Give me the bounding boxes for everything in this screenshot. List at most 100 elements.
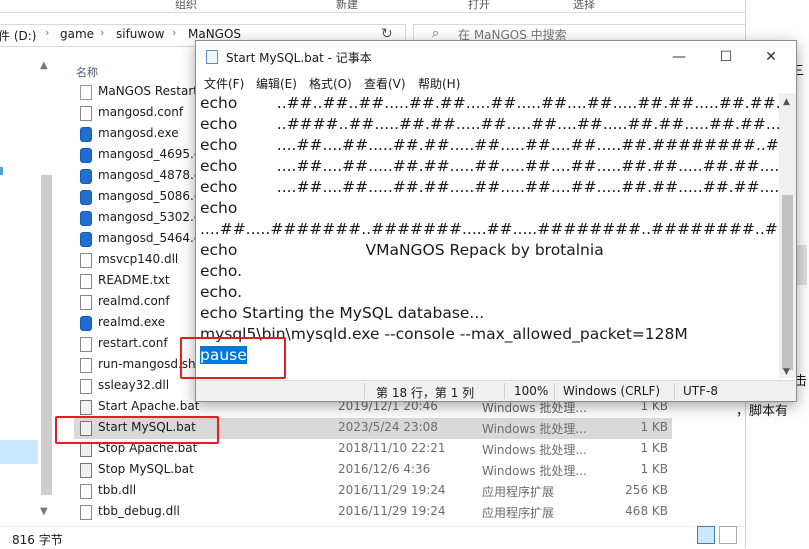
notepad-vertical-scrollbar[interactable]: ▲ ▼	[779, 93, 796, 378]
text-line: echo ....##....##.....##.##.....##.....#…	[200, 156, 779, 177]
annotation-box-start-mysql	[55, 416, 219, 444]
line-text: echo VMaNGOS Repack by brotalnia	[200, 241, 604, 259]
file-name: README.txt	[98, 273, 170, 287]
details-view-icon[interactable]	[697, 526, 715, 544]
status-divider	[364, 383, 365, 399]
scroll-up-arrow-icon[interactable]: ▲	[783, 97, 790, 107]
file-date: 2016/12/6 4:36	[338, 462, 431, 476]
batch-file-icon	[80, 463, 92, 478]
line-text: echo ....##....##.....##.##.....##.....#…	[200, 178, 779, 196]
file-name: realmd.exe	[98, 315, 166, 329]
file-name: ssleay32.dll	[98, 378, 170, 392]
notepad-app-icon	[206, 50, 218, 64]
breadcrumb-game[interactable]: game	[60, 27, 94, 41]
menu-edit[interactable]: 编辑(E)	[256, 75, 297, 92]
batch-file-icon	[80, 400, 92, 415]
scroll-down-arrow-icon[interactable]: ▼	[40, 506, 48, 517]
document-file-icon	[80, 295, 92, 310]
window-title: Start MySQL.bat - 记事本	[226, 51, 372, 65]
document-file-icon	[80, 337, 92, 352]
status-bar: 816 字节	[0, 526, 745, 549]
line-text: echo	[200, 199, 238, 217]
breadcrumb-mangos[interactable]: MaNGOS	[188, 27, 241, 41]
line-text: echo ..##..##..##.....##.##.....##.....#…	[200, 94, 779, 112]
scroll-down-arrow-icon[interactable]: ▼	[783, 367, 790, 377]
ribbon-group-open: 打开	[468, 0, 490, 11]
application-file-icon	[80, 211, 92, 226]
file-name: mangosd_4878.e	[98, 168, 202, 182]
batch-file-icon	[80, 442, 92, 457]
text-line: echo VMaNGOS Repack by brotalnia	[200, 240, 604, 261]
file-size: 256 KB	[625, 483, 668, 497]
document-file-icon	[80, 484, 92, 499]
file-name: mangosd_5302.e	[98, 210, 202, 224]
file-name: msvcp140.dll	[98, 252, 179, 266]
annotation-box-pause	[180, 337, 286, 379]
breadcrumb-drive[interactable]: 件 (D:)	[0, 27, 36, 44]
application-file-icon	[80, 148, 92, 163]
background-text-fragment: ，脚本有	[736, 404, 789, 419]
line-text: ....##.....#######..#######.....##.....#…	[200, 220, 779, 238]
menu-format[interactable]: 格式(O)	[309, 75, 352, 92]
file-date: 2016/11/29 19:24	[338, 483, 446, 497]
menu-file[interactable]: 文件(F)	[204, 75, 244, 92]
line-text: echo.	[200, 262, 243, 280]
search-icon[interactable]: ⌕	[432, 26, 439, 41]
zoom-level: 100%	[514, 384, 549, 398]
file-row[interactable]: Stop MySQL.bat 2016/12/6 4:36 Windows 批处理.…	[74, 460, 672, 481]
status-text: 816 字节	[12, 533, 63, 547]
file-name: Stop MySQL.bat	[98, 462, 194, 476]
chevron-right-icon[interactable]: ›	[100, 26, 104, 39]
file-name: restart.conf	[98, 336, 168, 350]
ribbon-group-new: 新建	[336, 0, 358, 11]
column-header-name[interactable]: 名称	[76, 64, 98, 80]
menu-view[interactable]: 查看(V)	[364, 75, 406, 92]
notepad-titlebar[interactable]: Start MySQL.bat - 记事本 — ☐ ✕	[196, 41, 796, 73]
status-divider	[674, 383, 675, 399]
file-name: mangosd_4695.e	[98, 147, 202, 161]
line-ending: Windows (CRLF)	[563, 384, 661, 398]
status-divider	[554, 383, 555, 399]
document-file-icon	[80, 358, 92, 373]
ribbon-group-organize: 组织	[175, 0, 197, 11]
application-file-icon	[80, 316, 92, 331]
file-date: 2018/11/10 22:21	[338, 441, 446, 455]
encoding: UTF-8	[683, 384, 718, 398]
notepad-scrollbar-thumb[interactable]	[782, 195, 793, 370]
file-name: tbb_debug.dll	[98, 504, 180, 518]
file-name: mangosd.exe	[98, 126, 179, 140]
maximize-icon[interactable]: ☐	[711, 47, 741, 67]
text-line: echo ....##....##.....##.##.....##.....#…	[200, 177, 779, 198]
menu-help[interactable]: 帮助(H)	[418, 75, 460, 92]
application-file-icon	[80, 232, 92, 247]
line-text: echo ....##....##.....##.##.....##.....#…	[200, 136, 779, 154]
document-file-icon	[80, 274, 92, 289]
application-file-icon	[80, 169, 92, 184]
document-file-icon	[80, 106, 92, 121]
text-line: echo ..####..##.....##.##.....##.....##.…	[200, 114, 779, 135]
notepad-text-area[interactable]: echo ..##..##..##.....##.##.....##.....#…	[196, 93, 779, 378]
text-line: echo.	[200, 282, 242, 303]
file-size: 468 KB	[625, 504, 668, 518]
file-row[interactable]: tbb.dll 2016/11/29 19:24 应用程序扩展 256 KB	[74, 481, 672, 502]
scroll-up-arrow-icon[interactable]: ▲	[40, 60, 48, 71]
line-text: echo.	[200, 283, 243, 301]
file-name: mangosd_5464.e	[98, 231, 202, 245]
file-date: 2023/5/24 23:08	[338, 420, 438, 434]
chevron-right-icon[interactable]: ›	[45, 26, 49, 39]
large-icons-view-icon[interactable]	[719, 526, 737, 544]
text-line: echo Starting the MySQL database...	[200, 303, 484, 324]
text-line: echo.	[200, 261, 242, 282]
nav-scrollbar-thumb[interactable]	[41, 175, 52, 495]
minimize-icon[interactable]: —	[664, 47, 694, 67]
breadcrumb-sifuwow[interactable]: sifuwow	[116, 27, 164, 41]
chevron-right-icon[interactable]: ›	[172, 26, 176, 39]
file-type: 应用程序扩展	[482, 506, 555, 520]
text-line: ....##.....#######..#######.....##.....#…	[200, 219, 779, 240]
notepad-menubar: 文件(F) 编辑(E) 格式(O) 查看(V) 帮助(H)	[196, 73, 796, 93]
file-row[interactable]: tbb_debug.dll 2016/11/29 19:24 应用程序扩展 468 K…	[74, 502, 672, 523]
text-line: echo ....##....##.....##.##.....##.....#…	[200, 135, 779, 156]
nav-item-selected[interactable]	[0, 440, 38, 464]
close-icon[interactable]: ✕	[756, 47, 786, 67]
file-name: mangosd_5086.e	[98, 189, 202, 203]
